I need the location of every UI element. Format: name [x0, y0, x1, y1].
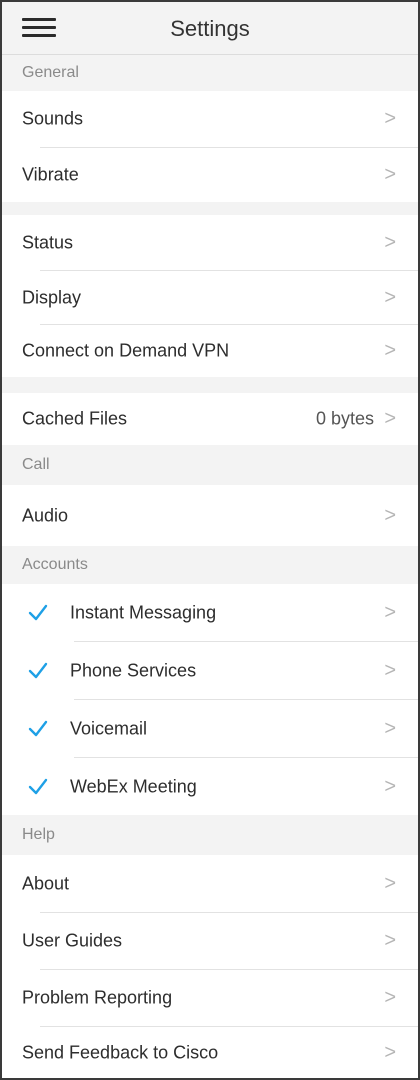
chevron-right-icon: > — [384, 407, 396, 430]
item-label: Sounds — [22, 108, 84, 129]
chevron-right-icon: > — [384, 717, 396, 739]
cached-files-size: 0 bytes — [315, 408, 374, 429]
settings-screen: Settings General Sounds > Vibrate > Stat… — [0, 0, 420, 1080]
settings-item-audio[interactable]: Audio > — [2, 485, 418, 546]
item-label: Cached Files — [22, 408, 128, 429]
settings-item-vibrate[interactable]: Vibrate > — [2, 148, 418, 202]
checkmark-icon — [28, 778, 48, 794]
group-spacer — [2, 202, 418, 215]
checkmark-icon — [28, 720, 48, 736]
item-label: Connect on Demand VPN — [22, 340, 230, 361]
chevron-right-icon: > — [384, 1041, 396, 1063]
chevron-right-icon: > — [384, 986, 396, 1009]
item-label: Display — [22, 287, 82, 307]
section-header-general: General — [2, 55, 418, 91]
item-label: About — [22, 873, 70, 893]
chevron-right-icon: > — [384, 504, 396, 526]
account-item-phone-services[interactable]: Phone Services > — [2, 642, 418, 699]
item-label: Audio — [22, 505, 69, 525]
chevron-right-icon: > — [384, 601, 396, 623]
section-header-accounts: Accounts — [2, 546, 418, 584]
checkmark-icon — [28, 604, 48, 620]
chevron-right-icon: > — [384, 231, 396, 253]
settings-item-status[interactable]: Status > — [2, 215, 418, 270]
account-item-webex-meeting[interactable]: WebEx Meeting > — [2, 758, 418, 815]
chevron-right-icon: > — [384, 339, 396, 362]
chevron-right-icon: > — [384, 872, 396, 894]
chevron-right-icon: > — [384, 107, 396, 130]
account-item-voicemail[interactable]: Voicemail > — [2, 700, 418, 757]
account-item-instant-messaging[interactable]: Instant Messaging > — [2, 584, 418, 641]
settings-item-problem-reporting[interactable]: Problem Reporting > — [2, 970, 418, 1026]
settings-item-cached-files[interactable]: Cached Files 0 bytes > — [2, 393, 418, 445]
chevron-right-icon: > — [384, 659, 396, 681]
item-label: Send Feedback to Cisco — [22, 1042, 219, 1062]
page-title: Settings — [170, 16, 250, 41]
item-label: Instant Messaging — [70, 602, 217, 622]
settings-item-display[interactable]: Display > — [2, 271, 418, 324]
item-label: Status — [22, 232, 74, 252]
chevron-right-icon: > — [384, 286, 396, 308]
item-label: Voicemail — [70, 718, 148, 738]
item-label: WebEx Meeting — [70, 776, 197, 796]
item-label: Phone Services — [70, 660, 197, 680]
chevron-right-icon: > — [384, 163, 396, 186]
settings-item-vpn[interactable]: Connect on Demand VPN > — [2, 325, 418, 377]
settings-item-about[interactable]: About > — [2, 855, 418, 912]
settings-item-sounds[interactable]: Sounds > — [2, 91, 418, 147]
settings-item-send-feedback[interactable]: Send Feedback to Cisco > — [2, 1027, 418, 1078]
section-header-help: Help — [2, 815, 418, 855]
section-header-call: Call — [2, 445, 418, 485]
chevron-right-icon: > — [384, 929, 396, 952]
group-spacer — [2, 377, 418, 393]
item-label: User Guides — [22, 930, 123, 951]
chevron-right-icon: > — [384, 775, 396, 797]
item-label: Problem Reporting — [22, 987, 173, 1008]
top-bar: Settings — [2, 2, 418, 55]
settings-item-user-guides[interactable]: User Guides > — [2, 913, 418, 969]
checkmark-icon — [28, 662, 48, 678]
item-label: Vibrate — [22, 164, 79, 185]
